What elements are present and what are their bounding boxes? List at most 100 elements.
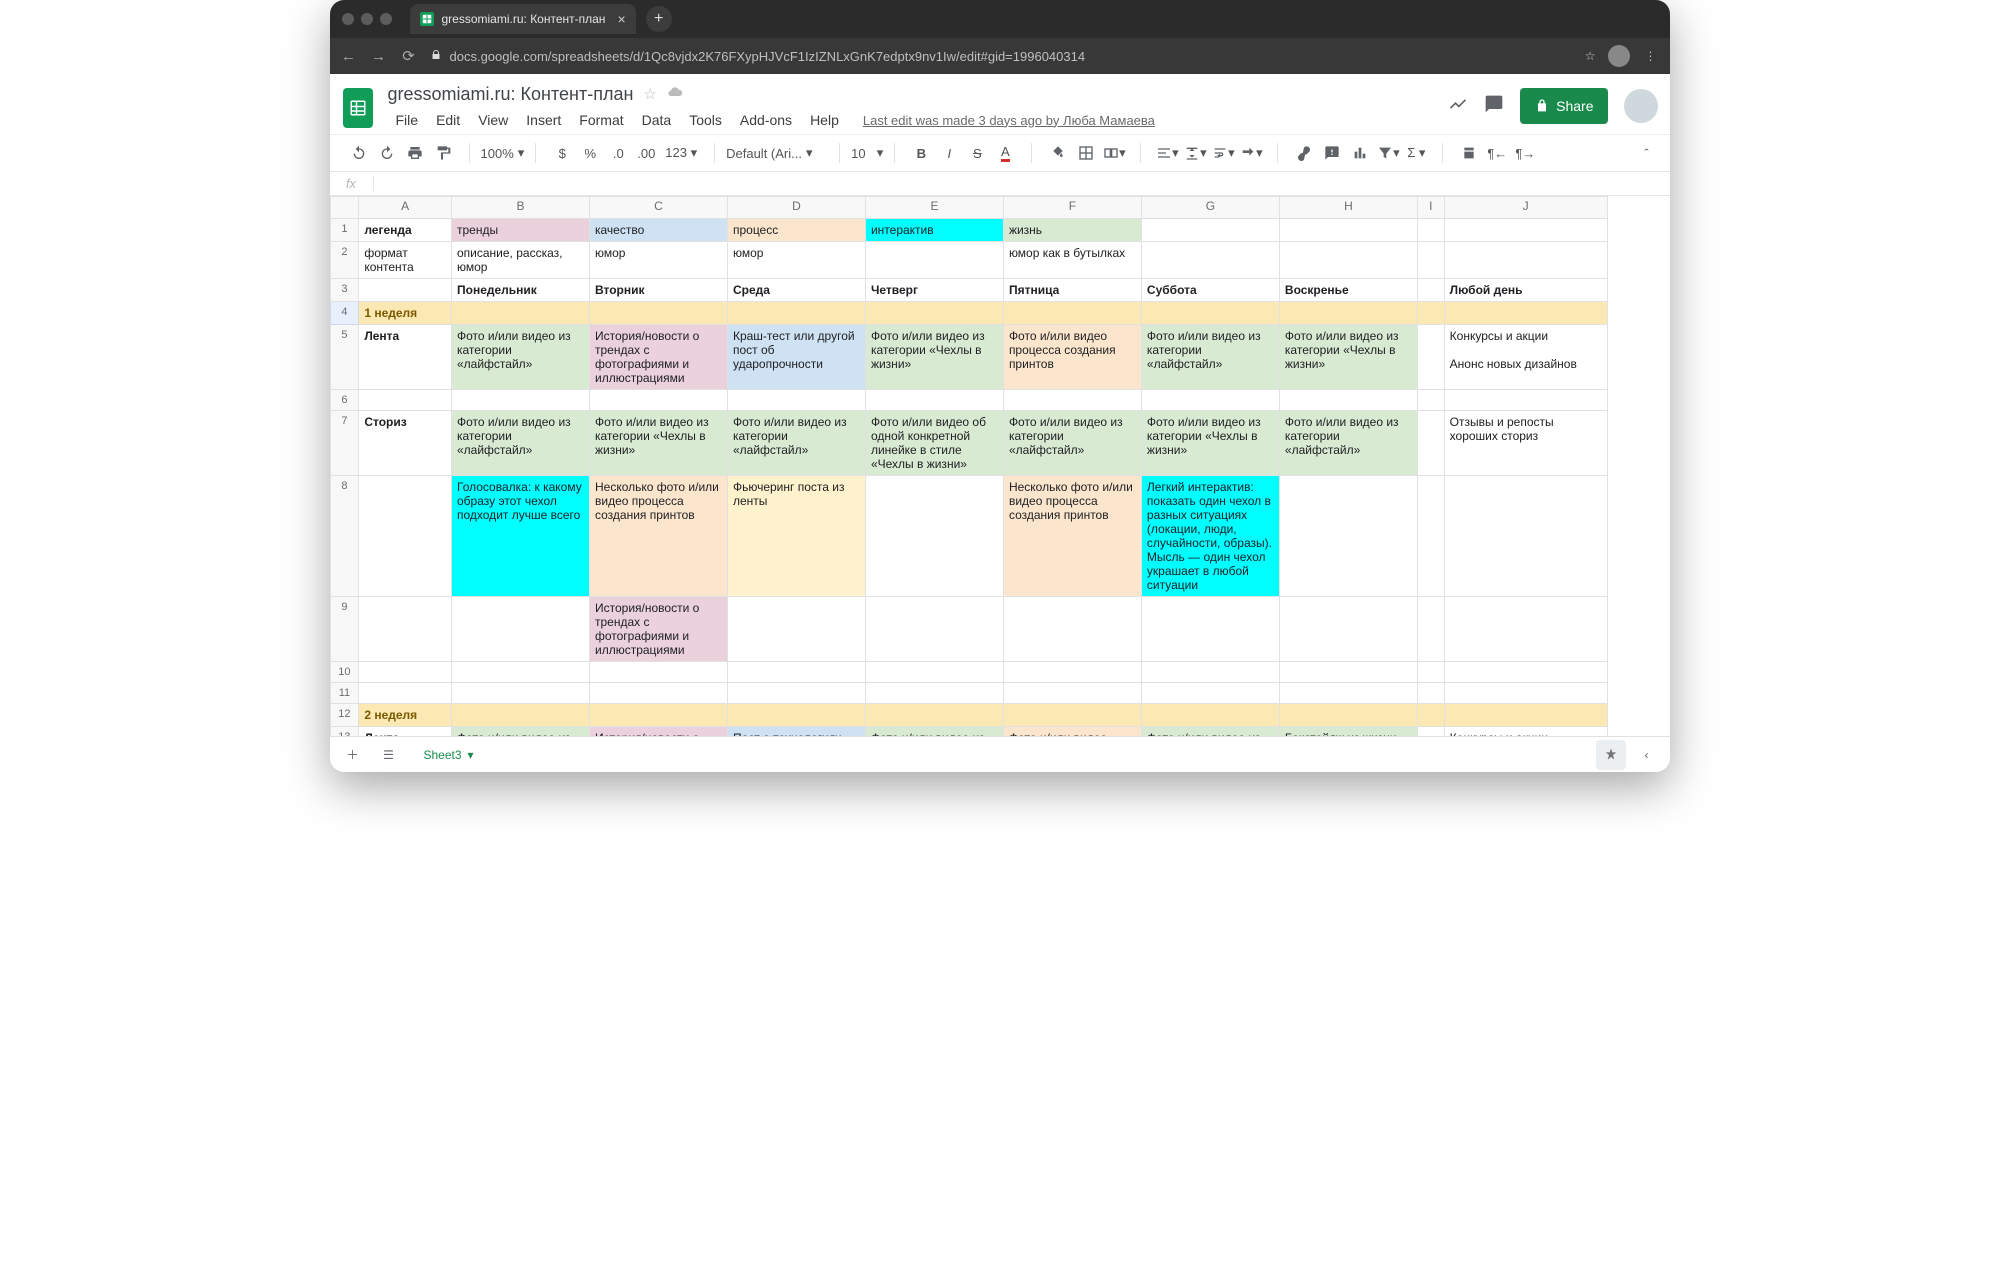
cell[interactable] [1444, 597, 1607, 662]
input-tools-icon[interactable] [1456, 140, 1482, 166]
cell[interactable] [1141, 597, 1279, 662]
cell[interactable] [452, 302, 590, 325]
spreadsheet-grid[interactable]: ABCDEFGHIJ 1легендатрендыкачествопроцесс… [330, 196, 1670, 736]
cell[interactable] [1417, 411, 1444, 476]
collapse-toolbar-icon[interactable]: ˆ [1634, 140, 1660, 166]
cell[interactable] [1279, 704, 1417, 727]
cell[interactable]: Фото и/или видео из категории «лайфстайл… [452, 411, 590, 476]
cell[interactable]: Сториз [359, 411, 452, 476]
window-controls[interactable] [342, 13, 392, 25]
cell[interactable] [1141, 704, 1279, 727]
cell[interactable]: Пятница [1003, 279, 1141, 302]
column-header[interactable]: H [1279, 197, 1417, 219]
currency-icon[interactable]: $ [549, 140, 575, 166]
cell[interactable]: Суббота [1141, 279, 1279, 302]
paint-format-icon[interactable] [430, 140, 456, 166]
cell[interactable]: юмор [727, 242, 865, 279]
row-header[interactable]: 12 [330, 704, 359, 727]
column-header[interactable]: C [589, 197, 727, 219]
row-header[interactable]: 1 [330, 219, 359, 242]
cell[interactable] [1141, 390, 1279, 411]
cell[interactable]: тренды [452, 219, 590, 242]
italic-icon[interactable]: I [936, 140, 962, 166]
cell[interactable]: Фото и/или видео из категории «Чехлы в ж… [865, 325, 1003, 390]
cell[interactable] [1417, 662, 1444, 683]
cell[interactable]: Фото и/или видео из категории «лайфстайл… [452, 325, 590, 390]
row-header[interactable]: 5 [330, 325, 359, 390]
cell[interactable] [1279, 242, 1417, 279]
cell[interactable]: Любой день [1444, 279, 1607, 302]
cell[interactable]: формат контента [359, 242, 452, 279]
add-sheet-icon[interactable]: ＋ [338, 740, 368, 770]
insert-chart-icon[interactable] [1347, 140, 1373, 166]
cell[interactable]: 2 неделя [359, 704, 452, 727]
cell[interactable]: Фьючеринг поста из ленты [727, 476, 865, 597]
profile-avatar-icon[interactable] [1608, 45, 1630, 67]
increase-decimal-icon[interactable]: .00 [633, 140, 659, 166]
cell[interactable]: легенда [359, 219, 452, 242]
zoom-dropdown[interactable]: 100% ▾ [477, 143, 529, 163]
insert-comment-icon[interactable] [1319, 140, 1345, 166]
cell[interactable] [1279, 302, 1417, 325]
cell[interactable]: Фото и/или видео об одной конкретной лин… [865, 411, 1003, 476]
cell[interactable]: Легкий интерактив: показать один чехол в… [1141, 476, 1279, 597]
menu-data[interactable]: Data [634, 108, 680, 132]
cell[interactable] [727, 704, 865, 727]
cell[interactable] [1444, 302, 1607, 325]
column-header[interactable] [330, 197, 359, 219]
cell[interactable]: История/новости о трендах с фотографиями… [589, 325, 727, 390]
menu-format[interactable]: Format [571, 108, 631, 132]
cell[interactable] [1279, 390, 1417, 411]
menu-edit[interactable]: Edit [428, 108, 468, 132]
cell[interactable]: Лента [359, 727, 452, 737]
cell[interactable] [1417, 219, 1444, 242]
cell[interactable] [452, 597, 590, 662]
sheets-logo[interactable] [338, 82, 378, 134]
borders-icon[interactable] [1073, 140, 1099, 166]
rtl-icon[interactable]: ¶← [1484, 140, 1510, 166]
cell[interactable] [359, 662, 452, 683]
cell[interactable] [1444, 242, 1607, 279]
last-edit-link[interactable]: Last edit was made 3 days ago by Люба Ма… [855, 109, 1163, 132]
cell[interactable] [865, 662, 1003, 683]
cell[interactable] [1417, 325, 1444, 390]
cell[interactable] [865, 597, 1003, 662]
cell[interactable] [1003, 390, 1141, 411]
cell[interactable] [1279, 219, 1417, 242]
cell[interactable] [727, 683, 865, 704]
column-header[interactable]: I [1417, 197, 1444, 219]
functions-icon[interactable]: Σ ▾ [1403, 140, 1429, 166]
back-icon[interactable]: ← [340, 48, 358, 65]
cell[interactable] [865, 683, 1003, 704]
reload-icon[interactable]: ⟳ [400, 47, 418, 65]
cell[interactable] [1279, 683, 1417, 704]
cell[interactable]: Среда [727, 279, 865, 302]
cell[interactable] [865, 390, 1003, 411]
filter-icon[interactable]: ▾ [1375, 140, 1401, 166]
cell[interactable]: Фото и/или видео из категории «лайфстайл… [1003, 411, 1141, 476]
cell[interactable]: качество [589, 219, 727, 242]
cell[interactable] [1444, 704, 1607, 727]
fill-color-icon[interactable] [1045, 140, 1071, 166]
cell[interactable]: Фото и/или видео из категории «лайфстайл… [1279, 411, 1417, 476]
cell[interactable] [1417, 597, 1444, 662]
cell[interactable] [359, 597, 452, 662]
cell[interactable]: Конкурсы и акции Анонс новых дизайнов [1444, 727, 1607, 737]
cell[interactable]: Фото и/или видео из категории «Чехлы в ж… [589, 411, 727, 476]
new-tab-button[interactable]: + [646, 6, 672, 32]
cell[interactable] [865, 704, 1003, 727]
cell[interactable]: Фото и/или видео процесса создания принт… [1003, 727, 1141, 737]
strikethrough-icon[interactable]: S [964, 140, 990, 166]
cell[interactable] [1141, 219, 1279, 242]
cell[interactable] [865, 302, 1003, 325]
cell[interactable] [1417, 242, 1444, 279]
cell[interactable] [1417, 302, 1444, 325]
cell[interactable]: процесс [727, 219, 865, 242]
cell[interactable] [727, 662, 865, 683]
merge-cells-icon[interactable]: ▾ [1101, 140, 1127, 166]
cell[interactable]: Фото и/или видео из категории «лайфстайл… [1141, 325, 1279, 390]
cell[interactable] [1417, 390, 1444, 411]
cell[interactable] [359, 476, 452, 597]
column-header[interactable]: B [452, 197, 590, 219]
cell[interactable] [1003, 704, 1141, 727]
